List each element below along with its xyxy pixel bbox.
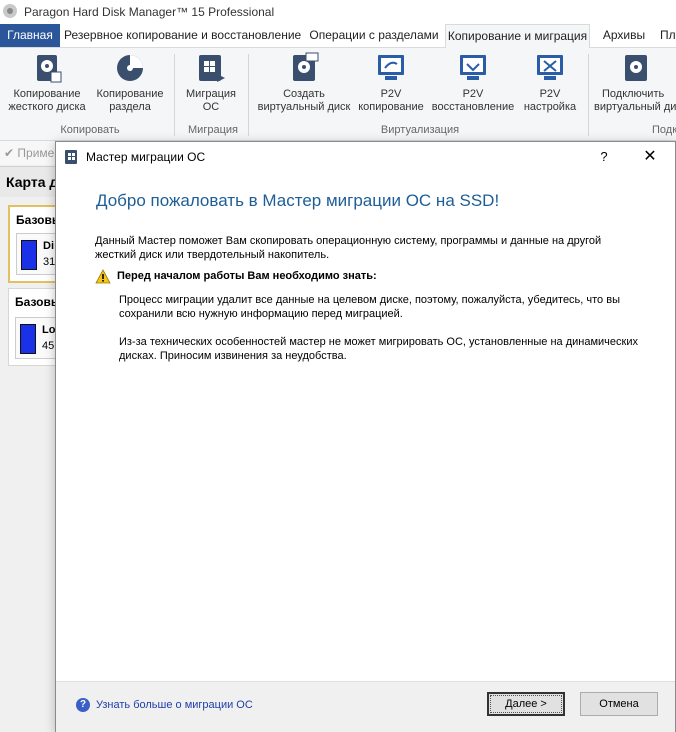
p2v-copy-label-2: копирование <box>358 101 424 113</box>
tab-more[interactable]: Пл <box>660 24 676 47</box>
dialog-footer: ? Узнать больше о миграции ОС Далее > От… <box>56 681 675 732</box>
disk-copy-label-1: Копирование <box>13 88 81 100</box>
disk-copy-button[interactable]: Копирование жесткого диска <box>6 52 88 120</box>
connect-virtual-disk-button[interactable]: Подключить виртуальный ди <box>594 52 676 120</box>
p2v-adjust-button[interactable]: P2V настройка <box>520 52 580 120</box>
disk-usage-bar <box>20 324 36 354</box>
disk-name: Di <box>43 240 54 252</box>
p2v-adjust-label-1: P2V <box>539 88 561 100</box>
connect-virtual-disk-icon <box>625 55 647 81</box>
next-button-label: Далее > <box>505 698 547 710</box>
p2v-copy-button[interactable]: P2V копирование <box>356 52 426 120</box>
ribbon-separator <box>174 54 175 136</box>
partition-copy-button[interactable]: Копирование раздела <box>92 52 168 120</box>
p2v-copy-icon <box>378 55 404 80</box>
intro-text: Данный Мастер поможет Вам скопировать оп… <box>95 235 602 261</box>
tab-partition-ops[interactable]: Операции с разделами <box>304 24 444 47</box>
group-migration-label: Миграция <box>188 124 238 136</box>
next-button[interactable]: Далее > <box>487 692 565 716</box>
dialog-body: Добро пожаловать в Мастер миграции ОС на… <box>56 172 675 681</box>
app-title: Paragon Hard Disk Manager™ 15 Profession… <box>24 5 275 19</box>
os-migration-dialog: Мастер миграции ОС ? ✕ Добро пожаловать … <box>55 141 676 732</box>
connect-virtual-disk-label-1: Подключить <box>602 88 665 100</box>
create-virtual-disk-button[interactable]: Создать виртуальный диск <box>254 52 354 120</box>
disk-name: Lo <box>42 324 56 336</box>
create-virtual-disk-label-2: виртуальный диск <box>257 101 351 113</box>
disk-copy-icon <box>37 55 62 83</box>
connect-virtual-disk-label-2: виртуальный ди <box>594 101 676 113</box>
warning-paragraph-dynamic-disks: Из-за технических особенностей мастер не… <box>119 336 638 362</box>
os-migration-button[interactable]: Миграция ОС <box>180 52 242 120</box>
tab-home[interactable]: Главная <box>0 24 60 47</box>
warning-block: Перед началом работы Вам необходимо знат… <box>95 269 635 285</box>
welcome-heading: Добро пожаловать в Мастер миграции ОС на… <box>96 191 500 210</box>
create-virtual-disk-icon <box>293 52 319 81</box>
group-virtualization-label: Виртуализация <box>380 124 460 136</box>
partition-copy-icon <box>117 55 143 81</box>
tab-backup[interactable]: Резервное копирование и восстановление <box>64 24 301 47</box>
group-copy-label: Копировать <box>60 124 120 136</box>
ribbon-separator <box>248 54 249 136</box>
help-button[interactable]: ? <box>594 147 614 167</box>
os-migration-icon <box>199 55 225 82</box>
learn-more-label: Узнать больше о миграции ОС <box>96 699 253 711</box>
tab-archives[interactable]: Архивы <box>596 24 652 47</box>
os-migration-label-2: ОС <box>202 101 220 113</box>
group-connect-label: Подк <box>652 124 676 136</box>
disk-size: 45 <box>42 340 55 352</box>
p2v-copy-label-1: P2V <box>380 88 402 100</box>
apply-label: Приме <box>17 146 55 160</box>
warning-icon <box>95 269 111 284</box>
help-circle-icon: ? <box>76 698 90 712</box>
warning-title: Перед началом работы Вам необходимо знат… <box>117 270 377 282</box>
apply-button[interactable]: ✔ Приме <box>4 146 54 160</box>
dialog-title: Мастер миграции ОС <box>86 150 206 164</box>
p2v-restore-button[interactable]: P2V восстановление <box>430 52 516 120</box>
partition-copy-label-1: Копирование <box>96 88 164 100</box>
dialog-titlebar: Мастер миграции ОС ? ✕ <box>56 142 675 172</box>
os-migration-icon <box>65 150 77 164</box>
partition-copy-label-2: раздела <box>109 101 151 113</box>
create-virtual-disk-label-1: Создать <box>283 88 325 100</box>
checkmark-icon: ✔ <box>4 146 15 160</box>
app-titlebar: Paragon Hard Disk Manager™ 15 Profession… <box>0 0 676 24</box>
p2v-restore-label-1: P2V <box>462 88 484 100</box>
warning-paragraph-data-loss: Процесс миграции удалит все данные на це… <box>119 294 620 320</box>
disk-copy-label-2: жесткого диска <box>8 101 86 113</box>
tab-copy-migration[interactable]: Копирование и миграция <box>445 24 590 49</box>
disk-usage-bar <box>21 240 37 270</box>
ribbon-separator <box>588 54 589 136</box>
ribbon-panel: Копирование жесткого диска Копирование р… <box>0 48 676 141</box>
app-logo-icon <box>3 4 17 18</box>
disk-map-title: Карта д <box>6 174 59 190</box>
p2v-adjust-icon <box>537 55 563 80</box>
disk-size: 31 <box>43 256 56 268</box>
p2v-adjust-label-2: настройка <box>523 101 577 113</box>
close-button[interactable]: ✕ <box>640 147 660 167</box>
os-migration-label-1: Миграция <box>186 88 236 100</box>
cancel-button[interactable]: Отмена <box>580 692 658 716</box>
p2v-restore-label-2: восстановление <box>431 101 515 113</box>
ribbon-tabs: Главная Резервное копирование и восстано… <box>0 24 676 49</box>
p2v-restore-icon <box>460 55 486 80</box>
